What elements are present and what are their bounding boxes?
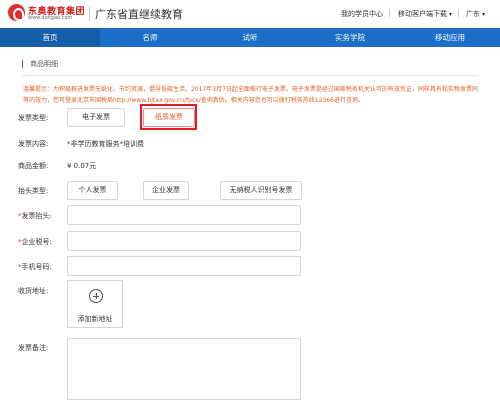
my-learner-center-link[interactable]: 我的学员中心 xyxy=(341,9,383,19)
site-title: 广东省直继续教育 xyxy=(95,8,183,21)
no-taxpayer-id-invoice-button[interactable]: 无纳税人识别号发票 xyxy=(220,181,302,200)
tax-id-label: *企业税号: xyxy=(18,237,52,247)
add-address-button[interactable]: 添加新地址 xyxy=(67,280,123,328)
company-invoice-button[interactable]: 企业发票 xyxy=(143,181,189,200)
header-divider xyxy=(89,6,90,21)
remark-label: 发票备注: xyxy=(18,344,49,352)
plus-circle-icon xyxy=(89,289,103,303)
chevron-down-icon: ▾ xyxy=(449,11,453,18)
amount-value: ¥ 0.07元 xyxy=(67,162,97,170)
nav-item-home[interactable]: 首页 xyxy=(0,28,100,47)
electronic-invoice-button[interactable]: 电子发票 xyxy=(67,108,125,127)
top-header: 东奥教育集团 www.dongao.com 广东省直继续教育 我的学员中心 移动… xyxy=(0,0,500,27)
nav-item-teachers[interactable]: 名师 xyxy=(100,28,200,47)
invoice-header-label-text: 发票抬头: xyxy=(21,212,52,220)
phone-label-text: 手机号码: xyxy=(21,263,52,271)
title-type-label: 抬头类型: xyxy=(18,187,49,195)
region-label: 广东 xyxy=(466,10,480,18)
logo-url: www.dongao.com xyxy=(28,15,73,21)
dongao-logo[interactable]: 东奥教育集团 www.dongao.com xyxy=(8,4,85,23)
invoice-header-label: *发票抬头: xyxy=(18,211,52,221)
header-separator xyxy=(389,10,390,17)
tax-id-input[interactable] xyxy=(67,231,301,251)
add-address-label: 添加新地址 xyxy=(77,315,113,323)
tax-id-label-text: 企业税号: xyxy=(21,238,52,246)
invoice-remark-textarea[interactable] xyxy=(67,338,301,400)
nav-item-academy[interactable]: 实务学院 xyxy=(300,28,400,47)
phone-label: *手机号码: xyxy=(18,262,52,272)
phone-input[interactable] xyxy=(67,256,301,276)
mobile-download-label: 移动客户端下载 xyxy=(398,10,447,18)
nav-item-trial[interactable]: 试听 xyxy=(200,28,300,47)
notice-text: 温馨提示：为积极推进发票无纸化，节约资源，倡导低碳生活，2017年3月7日起全面… xyxy=(23,86,478,104)
nav-item-mobile-app[interactable]: 移动应用 xyxy=(400,28,500,47)
invoice-content-value: *非学历教育服务*培训费 xyxy=(67,140,144,148)
section-divider xyxy=(22,75,478,76)
address-label: 收货地址: xyxy=(18,287,49,295)
selection-highlight xyxy=(140,104,197,130)
region-select[interactable]: 广东 ▾ xyxy=(466,9,485,19)
amount-label: 商品金额: xyxy=(18,162,49,170)
mobile-download-link[interactable]: 移动客户端下载 ▾ xyxy=(398,9,452,19)
chevron-down-icon: ▾ xyxy=(482,11,486,18)
invoice-content-label: 发票内容: xyxy=(18,140,49,148)
main-nav: 首页 名师 试听 实务学院 移动应用 xyxy=(0,28,500,47)
section-title: 商品明细 xyxy=(22,60,58,68)
personal-invoice-button[interactable]: 个人发票 xyxy=(67,181,118,200)
invoice-header-input[interactable] xyxy=(67,205,301,225)
header-separator xyxy=(458,10,459,17)
logo-mark-icon xyxy=(8,4,25,21)
invoice-type-label: 发票类型: xyxy=(18,114,49,122)
